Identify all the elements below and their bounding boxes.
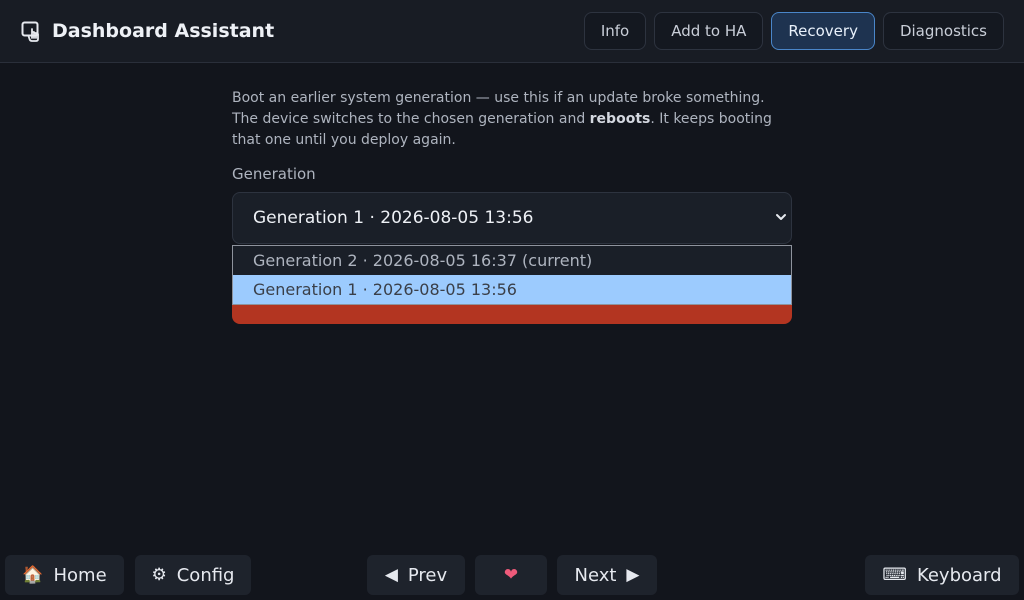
chevron-down-icon (776, 214, 786, 220)
recovery-panel: Boot an earlier system generation — use … (232, 88, 792, 183)
home-icon: 🏠 (22, 565, 44, 585)
keyboard-icon: ⌨ (882, 565, 907, 585)
generation-label: Generation (232, 165, 316, 183)
generation-select-value: Generation 1 · 2026-08-05 13:56 (253, 208, 534, 228)
top-nav: Info Add to HA Recovery Diagnostics (583, 12, 1004, 50)
next-button[interactable]: Next ▶ (557, 555, 657, 595)
brand: Dashboard Assistant (21, 18, 274, 44)
config-button[interactable]: ⚙ Config (135, 555, 251, 595)
arrow-left-icon: ◀ (384, 565, 398, 585)
tab-add-to-ha[interactable]: Add to HA (654, 12, 764, 50)
tab-recovery[interactable]: Recovery (771, 12, 875, 50)
tab-diagnostics[interactable]: Diagnostics (882, 12, 1004, 50)
app-title: Dashboard Assistant (52, 20, 275, 42)
keyboard-button[interactable]: ⌨ Keyboard (865, 555, 1019, 595)
home-label: Home (53, 564, 107, 586)
generation-option[interactable]: Generation 2 · 2026-08-05 16:37 (current… (233, 246, 791, 275)
generation-select[interactable]: Generation 1 · 2026-08-05 13:56 (232, 192, 792, 244)
config-label: Config (176, 564, 235, 586)
description-bold: reboots (589, 111, 651, 127)
generation-option-selected[interactable]: Generation 1 · 2026-08-05 13:56 (233, 275, 791, 304)
heart-button[interactable]: ❤ (475, 555, 547, 595)
gear-icon: ⚙ (151, 565, 167, 585)
app-header: Dashboard Assistant Info Add to HA Recov… (0, 0, 1024, 63)
touch-screen-icon (21, 21, 39, 42)
recovery-description: Boot an earlier system generation — use … (232, 88, 792, 151)
next-label: Next (574, 564, 617, 586)
arrow-right-icon: ▶ (626, 565, 640, 585)
home-button[interactable]: 🏠 Home (5, 555, 124, 595)
prev-button[interactable]: ◀ Prev (367, 555, 465, 595)
generation-dropdown-list: Generation 2 · 2026-08-05 16:37 (current… (232, 245, 792, 305)
prev-label: Prev (407, 564, 448, 586)
keyboard-label: Keyboard (916, 564, 1002, 586)
heart-icon: ❤ (503, 565, 519, 585)
tab-info[interactable]: Info (583, 12, 647, 50)
